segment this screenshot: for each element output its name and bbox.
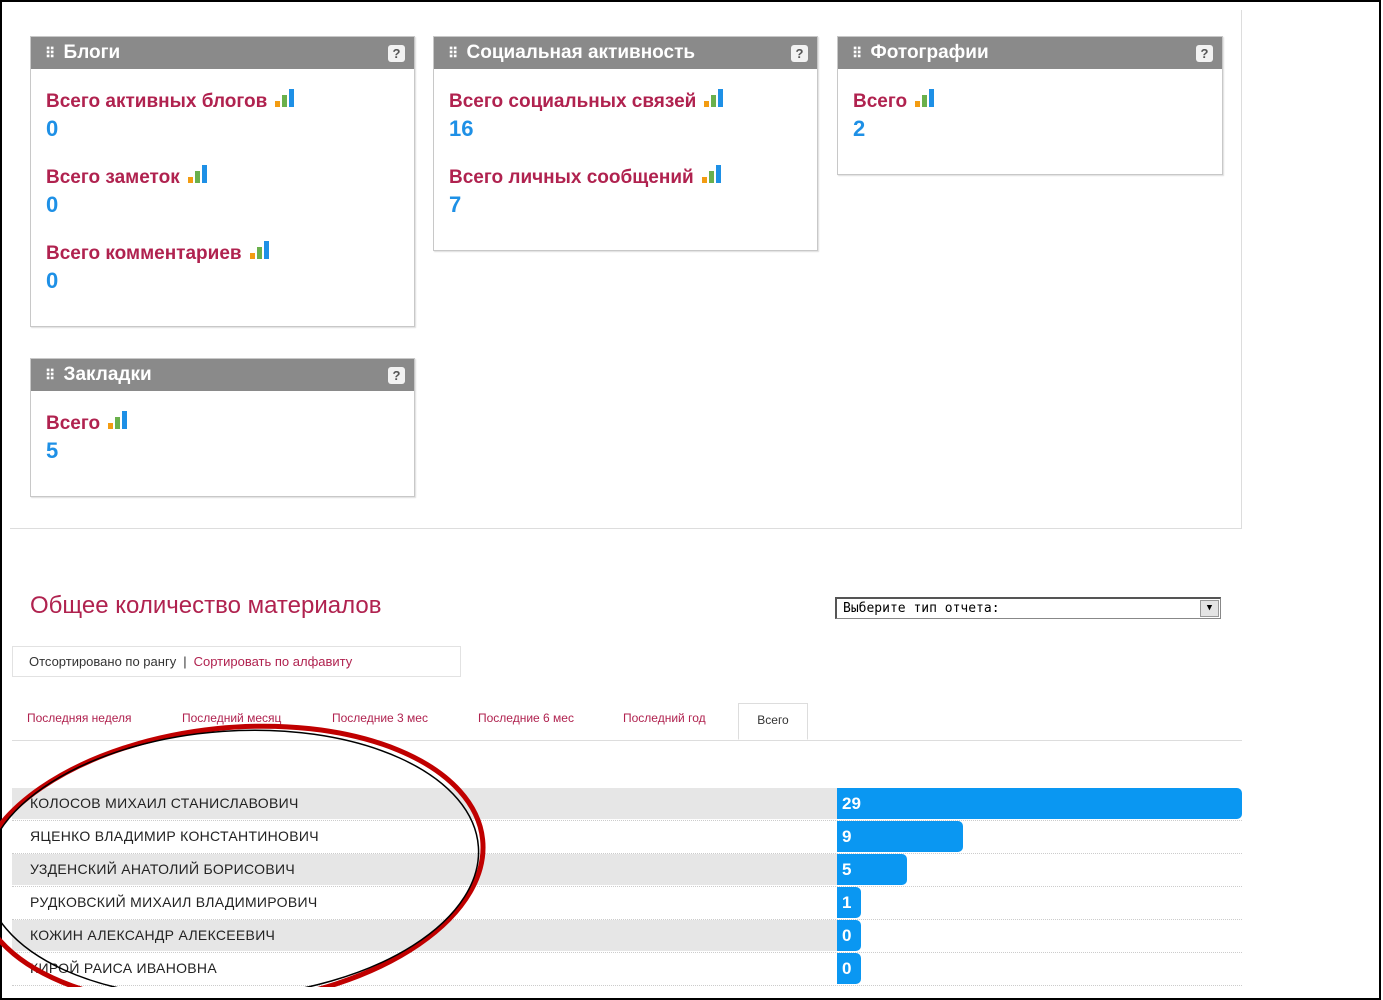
table-row: КОЛОСОВ МИХАИЛ СТАНИСЛАВОВИЧ 29 [12, 788, 1242, 821]
widget-header[interactable]: ⠿ Фотографии ? [838, 37, 1222, 69]
table-row: ЯЦЕНКО ВЛАДИМИР КОНСТАНТИНОВИЧ 9 [12, 821, 1242, 854]
count-bar: 1 [837, 887, 861, 918]
stat-label: Всего активных блогов [46, 89, 414, 115]
tab-last-year[interactable]: Последний год [623, 711, 706, 725]
tab-last-month[interactable]: Последний месяц [182, 711, 281, 725]
dropdown-arrow-icon[interactable]: ▼ [1200, 600, 1219, 617]
stat-value: 16 [449, 116, 474, 141]
widget-title: Фотографии [870, 42, 989, 63]
report-type-select[interactable]: Выберите тип отчета: ▼ [835, 597, 1221, 619]
user-name[interactable]: КИРОЙ РАИСА ИВАНОВНА [12, 953, 837, 984]
count-bar: 0 [837, 920, 861, 951]
widget-header[interactable]: ⠿ Социальная активность ? [434, 37, 817, 69]
bar-chart-icon[interactable] [249, 241, 270, 261]
stat-label: Всего [853, 89, 1222, 115]
user-name[interactable]: УЗДЕНСКИЙ АНАТОЛИЙ БОРИСОВИЧ [12, 854, 837, 885]
stat-label: Всего заметок [46, 165, 414, 191]
widget-blogs: ⠿ Блоги ? Всего активных блогов 0 Всего … [30, 36, 415, 327]
user-name[interactable]: РУДКОВСКИЙ МИХАИЛ ВЛАДИМИРОВИЧ [12, 887, 837, 918]
bar-chart-icon[interactable] [187, 165, 208, 185]
stat-value: 7 [449, 192, 462, 217]
stat-value: 0 [46, 192, 59, 217]
bar-chart-icon[interactable] [275, 89, 295, 109]
user-name[interactable]: ЯЦЕНКО ВЛАДИМИР КОНСТАНТИНОВИЧ [12, 821, 837, 852]
count-bar: 29 [837, 788, 1242, 819]
table-row: КИРОЙ РАИСА ИВАНОВНА 0 [12, 953, 1242, 986]
sort-controls: Отсортировано по рангу | Сортировать по ал… [12, 646, 461, 677]
table-row: КОЖИН АЛЕКСАНДР АЛЕКСЕЕВИЧ 0 [12, 920, 1242, 953]
drag-handle-icon[interactable]: ⠿ [852, 45, 862, 61]
drag-handle-icon[interactable]: ⠿ [45, 45, 55, 61]
widget-photos: ⠿ Фотографии ? Всего 2 [837, 36, 1223, 175]
table-row: РУДКОВСКИЙ МИХАИЛ ВЛАДИМИРОВИЧ 1 [12, 887, 1242, 920]
widget-header[interactable]: ⠿ Закладки ? [31, 359, 414, 391]
section-title: Общее количество материалов [30, 592, 382, 619]
table-row: УЗДЕНСКИЙ АНАТОЛИЙ БОРИСОВИЧ 5 [12, 854, 1242, 887]
stat-value: 0 [46, 268, 59, 293]
period-tabs: Последняя неделя Последний месяц Последн… [12, 703, 1242, 741]
sort-current: Отсортировано по рангу [29, 654, 177, 669]
tab-last-week[interactable]: Последняя неделя [27, 711, 131, 725]
widget-title: Социальная активность [466, 42, 696, 63]
count-bar: 9 [837, 821, 963, 852]
stat-value: 2 [853, 116, 866, 141]
ranking-list: КОЛОСОВ МИХАИЛ СТАНИСЛАВОВИЧ 29 ЯЦЕНКО В… [12, 788, 1242, 986]
widget-title: Закладки [63, 364, 152, 385]
user-name[interactable]: КОЖИН АЛЕКСАНДР АЛЕКСЕЕВИЧ [12, 920, 837, 951]
tab-last-6-months[interactable]: Последние 6 мес [478, 711, 574, 725]
widget-bookmarks: ⠿ Закладки ? Всего 5 [30, 358, 415, 497]
bar-chart-icon[interactable] [108, 411, 128, 431]
bar-chart-icon[interactable] [704, 89, 724, 109]
stat-value: 5 [46, 438, 59, 463]
tab-total[interactable]: Всего [738, 703, 808, 740]
help-icon[interactable]: ? [388, 45, 405, 62]
stat-label: Всего комментариев [46, 241, 414, 267]
stat-label: Всего социальных связей [449, 89, 817, 115]
bar-chart-icon[interactable] [915, 89, 935, 109]
count-bar: 0 [837, 953, 861, 984]
stat-value: 0 [46, 116, 59, 141]
help-icon[interactable]: ? [791, 45, 808, 62]
widget-social: ⠿ Социальная активность ? Всего социальн… [433, 36, 818, 251]
widget-title: Блоги [63, 42, 121, 63]
tab-last-3-months[interactable]: Последние 3 мес [332, 711, 428, 725]
help-icon[interactable]: ? [1196, 45, 1213, 62]
bar-chart-icon[interactable] [701, 165, 722, 185]
stat-label: Всего личных сообщений [449, 165, 817, 191]
count-bar: 5 [837, 854, 907, 885]
help-icon[interactable]: ? [388, 367, 405, 384]
sort-alphabet-link[interactable]: Сортировать по алфавиту [194, 654, 353, 669]
sort-separator: | [183, 654, 187, 669]
drag-handle-icon[interactable]: ⠿ [45, 367, 55, 383]
report-select-value: Выберите тип отчета: [843, 601, 1000, 616]
widget-header[interactable]: ⠿ Блоги ? [31, 37, 414, 69]
stat-label: Всего [46, 411, 414, 437]
drag-handle-icon[interactable]: ⠿ [448, 45, 458, 61]
user-name[interactable]: КОЛОСОВ МИХАИЛ СТАНИСЛАВОВИЧ [12, 788, 837, 819]
